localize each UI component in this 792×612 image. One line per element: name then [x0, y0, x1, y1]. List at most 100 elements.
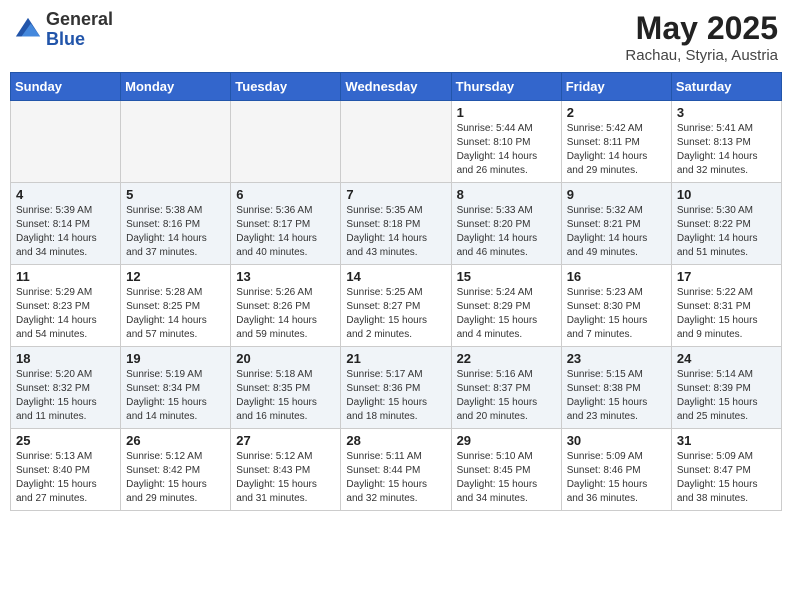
day-number: 12: [126, 269, 225, 284]
calendar-cell: 6 Sunrise: 5:36 AM Sunset: 8:17 PM Daylig…: [231, 183, 341, 265]
calendar-cell: 3Sunrise: 5:41 AM Sunset: 8:13 PM Daylig…: [671, 101, 781, 183]
day-number: 1: [457, 105, 556, 120]
day-number: 7: [346, 187, 445, 202]
weekday-header: Friday: [561, 73, 671, 101]
day-number: 16: [567, 269, 666, 284]
day-number: 8: [457, 187, 556, 202]
day-info: Sunrise: 5:17 AM Sunset: 8:36 PM Dayligh…: [346, 368, 445, 424]
day-info: Sunrise: 5:15 AM Sunset: 8:38 PM Dayligh…: [567, 368, 666, 424]
day-number: 29: [457, 433, 556, 448]
day-number: 6: [236, 187, 335, 202]
day-number: 23: [567, 351, 666, 366]
day-info: Sunrise: 5:28 AM Sunset: 8:25 PM Dayligh…: [126, 286, 225, 342]
calendar-cell: 24Sunrise: 5:14 AM Sunset: 8:39 PM Dayli…: [671, 347, 781, 429]
calendar-week-row: 4Sunrise: 5:39 AM Sunset: 8:14 PM Daylig…: [11, 183, 782, 265]
calendar-cell: 5 Sunrise: 5:38 AM Sunset: 8:16 PM Daylig…: [121, 183, 231, 265]
month-year: May 2025: [625, 10, 778, 47]
day-info: Sunrise: 5:42 AM Sunset: 8:11 PM Dayligh…: [567, 122, 666, 178]
calendar-cell: 2 Sunrise: 5:42 AM Sunset: 8:11 PM Daylig…: [561, 101, 671, 183]
day-info: Sunrise: 5:10 AM Sunset: 8:45 PM Dayligh…: [457, 450, 556, 506]
day-info: Sunrise: 5:41 AM Sunset: 8:13 PM Dayligh…: [677, 122, 776, 178]
day-number: 9: [567, 187, 666, 202]
day-number: 20: [236, 351, 335, 366]
day-info: Sunrise: 5:25 AM Sunset: 8:27 PM Dayligh…: [346, 286, 445, 342]
calendar-cell: 31Sunrise: 5:09 AM Sunset: 8:47 PM Dayli…: [671, 429, 781, 511]
day-info: Sunrise: 5:13 AM Sunset: 8:40 PM Dayligh…: [16, 450, 115, 506]
day-info: Sunrise: 5:29 AM Sunset: 8:23 PM Dayligh…: [16, 286, 115, 342]
day-info: Sunrise: 5:33 AM Sunset: 8:20 PM Dayligh…: [457, 204, 556, 260]
day-info: Sunrise: 5:30 AM Sunset: 8:22 PM Dayligh…: [677, 204, 776, 260]
day-info: Sunrise: 5:22 AM Sunset: 8:31 PM Dayligh…: [677, 286, 776, 342]
day-number: 27: [236, 433, 335, 448]
day-info: Sunrise: 5:12 AM Sunset: 8:43 PM Dayligh…: [236, 450, 335, 506]
calendar-cell: 19 Sunrise: 5:19 AM Sunset: 8:34 PM Dayli…: [121, 347, 231, 429]
day-number: 14: [346, 269, 445, 284]
calendar-cell: [121, 101, 231, 183]
calendar-cell: 14 Sunrise: 5:25 AM Sunset: 8:27 PM Dayli…: [341, 265, 451, 347]
day-info: Sunrise: 5:24 AM Sunset: 8:29 PM Dayligh…: [457, 286, 556, 342]
day-number: 28: [346, 433, 445, 448]
calendar-cell: 13 Sunrise: 5:26 AM Sunset: 8:26 PM Dayli…: [231, 265, 341, 347]
location: Rachau, Styria, Austria: [625, 47, 778, 64]
day-info: Sunrise: 5:23 AM Sunset: 8:30 PM Dayligh…: [567, 286, 666, 342]
logo: General Blue: [14, 10, 113, 50]
weekday-header: Monday: [121, 73, 231, 101]
day-number: 13: [236, 269, 335, 284]
calendar-cell: 25 Sunrise: 5:13 AM Sunset: 8:40 PM Dayli…: [11, 429, 121, 511]
calendar-cell: 27 Sunrise: 5:12 AM Sunset: 8:43 PM Dayli…: [231, 429, 341, 511]
calendar-week-row: 25 Sunrise: 5:13 AM Sunset: 8:40 PM Dayli…: [11, 429, 782, 511]
calendar-cell: [11, 101, 121, 183]
calendar-cell: 15Sunrise: 5:24 AM Sunset: 8:29 PM Dayli…: [451, 265, 561, 347]
day-info: Sunrise: 5:18 AM Sunset: 8:35 PM Dayligh…: [236, 368, 335, 424]
calendar-week-row: 11 Sunrise: 5:29 AM Sunset: 8:23 PM Dayli…: [11, 265, 782, 347]
calendar-cell: 23 Sunrise: 5:15 AM Sunset: 8:38 PM Dayli…: [561, 347, 671, 429]
calendar-cell: 17 Sunrise: 5:22 AM Sunset: 8:31 PM Dayli…: [671, 265, 781, 347]
calendar-cell: 9 Sunrise: 5:32 AM Sunset: 8:21 PM Daylig…: [561, 183, 671, 265]
day-number: 18: [16, 351, 115, 366]
calendar-table: SundayMondayTuesdayWednesdayThursdayFrid…: [10, 72, 782, 511]
logo-blue: Blue: [46, 30, 113, 50]
calendar-header-row: SundayMondayTuesdayWednesdayThursdayFrid…: [11, 73, 782, 101]
day-info: Sunrise: 5:26 AM Sunset: 8:26 PM Dayligh…: [236, 286, 335, 342]
day-info: Sunrise: 5:09 AM Sunset: 8:46 PM Dayligh…: [567, 450, 666, 506]
day-info: Sunrise: 5:35 AM Sunset: 8:18 PM Dayligh…: [346, 204, 445, 260]
calendar-cell: 18 Sunrise: 5:20 AM Sunset: 8:32 PM Dayli…: [11, 347, 121, 429]
day-info: Sunrise: 5:20 AM Sunset: 8:32 PM Dayligh…: [16, 368, 115, 424]
day-number: 11: [16, 269, 115, 284]
day-number: 2: [567, 105, 666, 120]
calendar-cell: 4Sunrise: 5:39 AM Sunset: 8:14 PM Daylig…: [11, 183, 121, 265]
calendar-cell: 1 Sunrise: 5:44 AM Sunset: 8:10 PM Daylig…: [451, 101, 561, 183]
calendar-cell: 28Sunrise: 5:11 AM Sunset: 8:44 PM Dayli…: [341, 429, 451, 511]
weekday-header: Wednesday: [341, 73, 451, 101]
day-number: 22: [457, 351, 556, 366]
logo-icon: [14, 16, 42, 44]
day-info: Sunrise: 5:16 AM Sunset: 8:37 PM Dayligh…: [457, 368, 556, 424]
calendar-cell: 12 Sunrise: 5:28 AM Sunset: 8:25 PM Dayli…: [121, 265, 231, 347]
calendar-cell: 21Sunrise: 5:17 AM Sunset: 8:36 PM Dayli…: [341, 347, 451, 429]
weekday-header: Saturday: [671, 73, 781, 101]
title-block: May 2025 Rachau, Styria, Austria: [625, 10, 778, 64]
calendar-cell: [341, 101, 451, 183]
page-header: General Blue May 2025 Rachau, Styria, Au…: [10, 10, 782, 64]
day-number: 30: [567, 433, 666, 448]
calendar-cell: 7 Sunrise: 5:35 AM Sunset: 8:18 PM Daylig…: [341, 183, 451, 265]
day-number: 25: [16, 433, 115, 448]
calendar-cell: [231, 101, 341, 183]
weekday-header: Thursday: [451, 73, 561, 101]
day-info: Sunrise: 5:19 AM Sunset: 8:34 PM Dayligh…: [126, 368, 225, 424]
calendar-cell: 22 Sunrise: 5:16 AM Sunset: 8:37 PM Dayli…: [451, 347, 561, 429]
day-number: 10: [677, 187, 776, 202]
day-info: Sunrise: 5:44 AM Sunset: 8:10 PM Dayligh…: [457, 122, 556, 178]
day-info: Sunrise: 5:09 AM Sunset: 8:47 PM Dayligh…: [677, 450, 776, 506]
day-info: Sunrise: 5:38 AM Sunset: 8:16 PM Dayligh…: [126, 204, 225, 260]
day-number: 17: [677, 269, 776, 284]
calendar-week-row: 18 Sunrise: 5:20 AM Sunset: 8:32 PM Dayli…: [11, 347, 782, 429]
calendar-week-row: 1 Sunrise: 5:44 AM Sunset: 8:10 PM Daylig…: [11, 101, 782, 183]
day-info: Sunrise: 5:32 AM Sunset: 8:21 PM Dayligh…: [567, 204, 666, 260]
calendar-cell: 8 Sunrise: 5:33 AM Sunset: 8:20 PM Daylig…: [451, 183, 561, 265]
logo-text: General Blue: [46, 10, 113, 50]
day-info: Sunrise: 5:36 AM Sunset: 8:17 PM Dayligh…: [236, 204, 335, 260]
day-number: 19: [126, 351, 225, 366]
day-number: 5: [126, 187, 225, 202]
day-number: 26: [126, 433, 225, 448]
